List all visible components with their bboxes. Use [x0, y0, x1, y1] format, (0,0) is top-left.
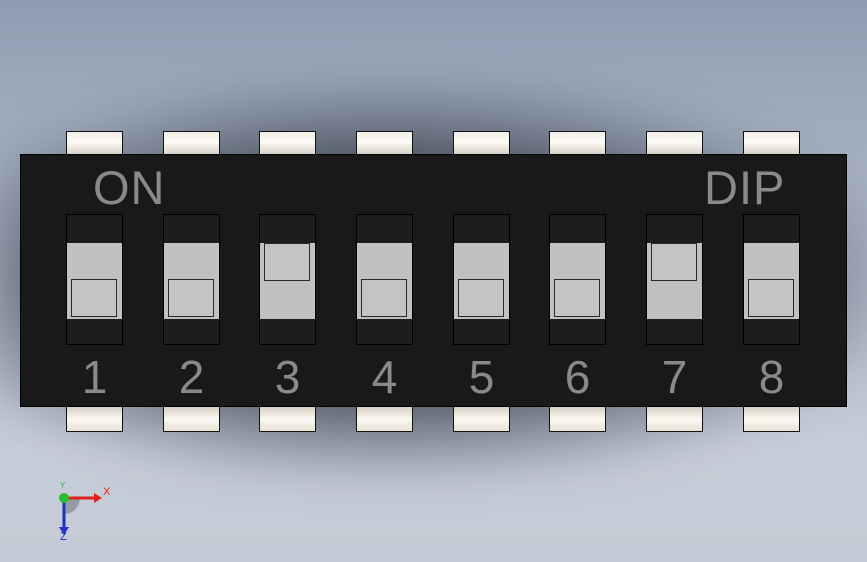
pin-top-2 [163, 131, 220, 155]
switch-knob[interactable] [748, 279, 794, 317]
switch-track [67, 243, 122, 319]
switch-track [744, 243, 799, 319]
switch-number-2: 2 [178, 351, 205, 403]
switch-track [454, 243, 509, 319]
switch-knob[interactable] [168, 279, 214, 317]
switch-number-3: 3 [274, 351, 301, 403]
switch-track [550, 243, 605, 319]
pin-top-5 [453, 131, 510, 155]
switch-5[interactable] [453, 214, 510, 345]
triad-z-label: Z [60, 531, 67, 543]
pin-bottom-2 [163, 406, 220, 432]
pin-bottom-8 [743, 406, 800, 432]
triad-y-label: Y [60, 481, 66, 490]
switch-track [164, 243, 219, 319]
pin-top-3 [259, 131, 316, 155]
switch-number-4: 4 [371, 351, 398, 403]
pin-bottom-7 [646, 406, 703, 432]
switch-6[interactable] [549, 214, 606, 345]
on-label: ON [93, 161, 166, 214]
switch-knob[interactable] [554, 279, 600, 317]
pin-top-4 [356, 131, 413, 155]
switch-2[interactable] [163, 214, 220, 345]
switch-knob[interactable] [458, 279, 504, 317]
switch-knob[interactable] [361, 279, 407, 317]
switch-track [260, 243, 315, 319]
switch-7[interactable] [646, 214, 703, 345]
switch-track [357, 243, 412, 319]
switch-knob[interactable] [651, 243, 697, 281]
pin-bottom-5 [453, 406, 510, 432]
dip-label: DIP [704, 161, 786, 214]
pin-bottom-3 [259, 406, 316, 432]
switch-4[interactable] [356, 214, 413, 345]
pin-top-1 [66, 131, 123, 155]
switch-knob[interactable] [264, 243, 310, 281]
switch-number-1: 1 [81, 351, 108, 403]
pin-bottom-6 [549, 406, 606, 432]
switch-track [647, 243, 702, 319]
switch-number-7: 7 [661, 351, 688, 403]
switch-number-5: 5 [468, 351, 495, 403]
pin-top-6 [549, 131, 606, 155]
switch-1[interactable] [66, 214, 123, 345]
switch-number-6: 6 [564, 351, 591, 403]
triad-x-label: X [103, 486, 111, 498]
pin-bottom-1 [66, 406, 123, 432]
switch-number-8: 8 [758, 351, 785, 403]
pin-top-8 [743, 131, 800, 155]
switch-8[interactable] [743, 214, 800, 345]
coordinate-triad: X Y Z [40, 480, 120, 550]
switch-3[interactable] [259, 214, 316, 345]
pin-bottom-4 [356, 406, 413, 432]
switch-knob[interactable] [71, 279, 117, 317]
pin-top-7 [646, 131, 703, 155]
